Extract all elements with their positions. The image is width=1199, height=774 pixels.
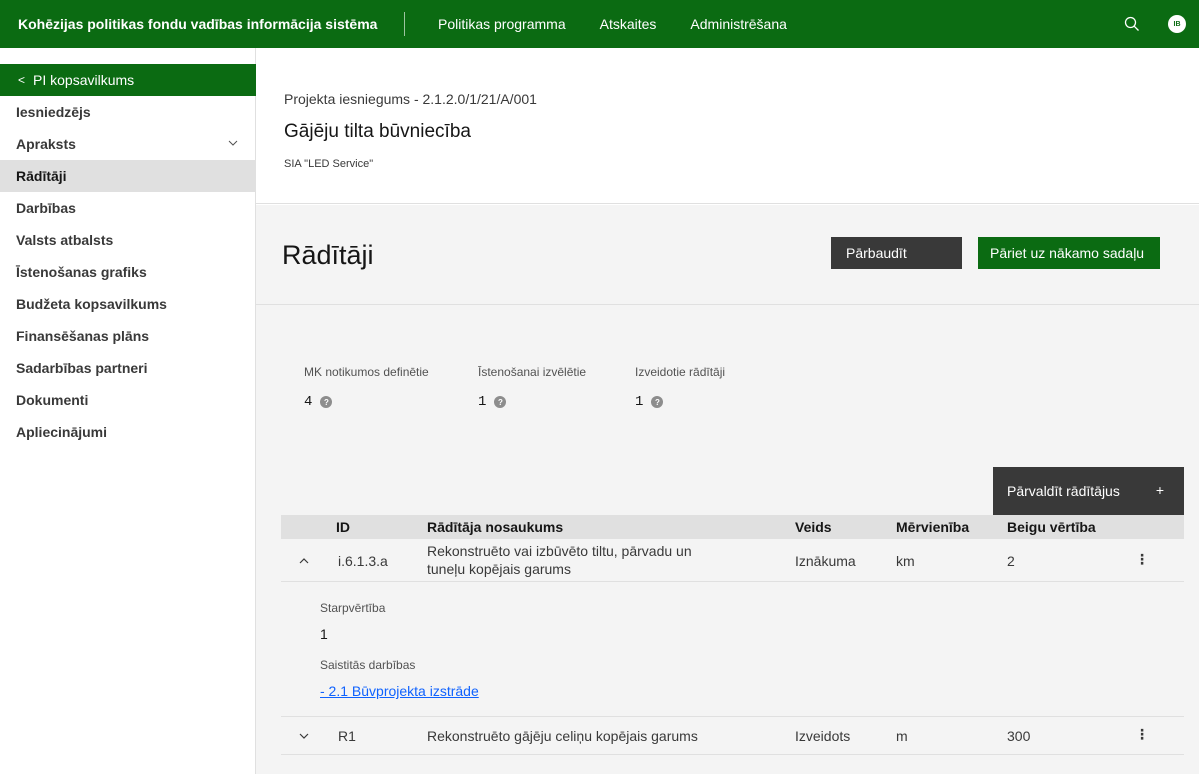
column-header-type[interactable]: Veids: [795, 519, 832, 535]
stat-created: Izveidotie rādītāji 1?: [635, 365, 725, 410]
manage-indicators-label: Pārvaldīt rādītājus: [1007, 483, 1120, 499]
nav-atskaites[interactable]: Atskaites: [600, 16, 657, 32]
sidebar-item-label: Darbības: [16, 200, 76, 216]
intermediate-value: 1: [320, 626, 328, 642]
stat-value: 4?: [304, 394, 429, 410]
sidebar-item-label: Apraksts: [16, 136, 76, 152]
app-title[interactable]: Kohēzijas politikas fondu vadības inform…: [0, 16, 404, 32]
help-icon[interactable]: ?: [320, 396, 333, 408]
sidebar-item-dokumenti[interactable]: Dokumenti: [0, 384, 256, 416]
cell-id: i.6.1.3.a: [338, 553, 388, 569]
row-details: Starpvērtība 1 Saistitās darbības - 2.1 …: [281, 582, 1184, 717]
sidebar-item-label: Dokumenti: [16, 392, 89, 408]
cell-name-line1: Rekonstruēto vai izbūvēto tiltu, pārvadu…: [427, 543, 692, 559]
cell-type: Iznākuma: [795, 553, 856, 569]
column-header-name[interactable]: Rādītāja nosaukums: [427, 519, 563, 535]
stat-selected: Īstenošanai izvēlētie 1?: [478, 365, 586, 410]
header-divider: [404, 12, 405, 36]
sidebar-item-label: Finansēšanas plāns: [16, 328, 150, 344]
overflow-menu-icon[interactable]: ⋮: [1135, 726, 1149, 743]
top-right-actions: IB: [1108, 0, 1199, 48]
project-subtitle: Projekta iesniegums - 2.1.2.0/1/21/A/001: [284, 91, 537, 107]
table-toolbar: Pārvaldīt rādītājus +: [281, 467, 1184, 515]
help-icon[interactable]: ?: [494, 396, 507, 408]
column-header-id[interactable]: ID: [336, 519, 350, 535]
top-nav: Politikas programma Atskaites Administrē…: [438, 16, 821, 32]
main-content: Projekta iesniegums - 2.1.2.0/1/21/A/001…: [256, 48, 1199, 774]
linked-activities-label: Saistitās darbības: [320, 658, 416, 672]
sidebar-item-label: Iesniedzējs: [16, 104, 91, 120]
cell-final: 300: [1007, 728, 1031, 744]
project-company: SIA "LED Service": [284, 158, 374, 170]
sidebar-item-iesniedzejs[interactable]: Iesniedzējs: [0, 96, 256, 128]
stat-number: 4: [304, 394, 313, 410]
linked-activity-link[interactable]: - 2.1 Būvprojekta izstrāde: [320, 683, 479, 699]
stat-value: 1?: [635, 394, 725, 410]
cell-name-line2: tuneļu kopējais garums: [427, 561, 571, 577]
sidebar-list: Iesniedzējs Apraksts Rādītāji Darbības V…: [0, 96, 256, 448]
stat-label: Izveidotie rādītāji: [635, 365, 726, 379]
search-icon[interactable]: [1108, 0, 1156, 48]
help-icon[interactable]: ?: [651, 396, 664, 408]
cell-id: R1: [338, 728, 356, 744]
sidebar-back-button[interactable]: < PI kopsavilkums: [0, 64, 256, 96]
overflow-menu-icon[interactable]: ⋮: [1135, 551, 1149, 568]
table-row[interactable]: R1 Rekonstruēto gājēju celiņu kopējais g…: [281, 717, 1184, 755]
sidebar-item-label: Valsts atbalsts: [16, 232, 114, 248]
manage-indicators-button[interactable]: Pārvaldīt rādītājus +: [993, 467, 1184, 515]
sidebar-item-budzeta-kopsavilkums[interactable]: Budžeta kopsavilkums: [0, 288, 256, 320]
sidebar-item-sadarbibas-partneri[interactable]: Sadarbības partneri: [0, 352, 256, 384]
column-header-final[interactable]: Beigu vērtība: [1007, 519, 1096, 535]
next-section-button[interactable]: Pāriet uz nākamo sadaļu: [978, 237, 1160, 269]
nav-administresana[interactable]: Administrēšana: [690, 16, 787, 32]
plus-icon: +: [1155, 482, 1164, 498]
indicators-section: Rādītāji Pārbaudīt Pāriet uz nākamo sada…: [256, 205, 1199, 774]
chevron-left-icon: <: [18, 73, 26, 87]
chevron-down-icon[interactable]: [299, 731, 309, 741]
cell-type: Izveidots: [795, 728, 851, 744]
sidebar-item-apraksts[interactable]: Apraksts: [0, 128, 256, 160]
sidebar-item-raditaji[interactable]: Rādītāji: [0, 160, 256, 192]
section-header: Rādītāji Pārbaudīt Pāriet uz nākamo sada…: [256, 205, 1199, 305]
sidebar-item-label: Apliecinājumi: [16, 424, 108, 440]
sidebar: < PI kopsavilkums Iesniedzējs Apraksts R…: [0, 48, 256, 774]
sidebar-back-label: PI kopsavilkums: [33, 72, 135, 88]
stat-value: 1?: [478, 394, 586, 410]
cell-unit: m: [896, 728, 908, 744]
column-header-unit[interactable]: Mērvienība: [896, 519, 969, 535]
indicator-stats: MK notikumos definētie 4? Īstenošanai iz…: [284, 365, 1184, 445]
user-avatar[interactable]: IB: [1168, 15, 1186, 33]
sidebar-item-label: Budžeta kopsavilkums: [16, 296, 167, 312]
sidebar-item-label: Sadarbības partneri: [16, 360, 148, 376]
sidebar-item-istenosanas-grafiks[interactable]: Īstenošanas grafiks: [0, 256, 256, 288]
sidebar-item-finansesanas-plans[interactable]: Finansēšanas plāns: [0, 320, 256, 352]
chevron-up-icon[interactable]: [299, 556, 309, 566]
intermediate-label: Starpvērtība: [320, 601, 386, 615]
sidebar-item-valsts-atbalsts[interactable]: Valsts atbalsts: [0, 224, 256, 256]
chevron-down-icon: [228, 140, 238, 146]
stat-defined: MK notikumos definētie 4?: [304, 365, 429, 410]
stat-number: 1: [478, 394, 487, 410]
sidebar-item-label: Īstenošanas grafiks: [16, 264, 147, 280]
stat-number: 1: [635, 394, 644, 410]
sidebar-item-label: Rādītāji: [16, 168, 67, 184]
page-title: Rādītāji: [282, 240, 374, 270]
top-bar: Kohēzijas politikas fondu vadības inform…: [0, 0, 1199, 48]
nav-politikas-programma[interactable]: Politikas programma: [438, 16, 566, 32]
table-header: ID Rādītāja nosaukums Veids Mērvienība B…: [281, 515, 1184, 539]
sidebar-item-darbibas[interactable]: Darbības: [0, 192, 256, 224]
project-header: Projekta iesniegums - 2.1.2.0/1/21/A/001…: [256, 48, 1199, 204]
indicators-table: Pārvaldīt rādītājus + ID Rādītāja nosauk…: [281, 467, 1184, 774]
sidebar-item-apliecinajumi[interactable]: Apliecinājumi: [0, 416, 256, 448]
cell-name: Rekonstruēto gājēju celiņu kopējais garu…: [427, 728, 698, 744]
check-button[interactable]: Pārbaudīt: [831, 237, 962, 269]
cell-unit: km: [896, 553, 915, 569]
project-title: Gājēju tilta būvniecība: [284, 121, 471, 142]
cell-final: 2: [1007, 553, 1015, 569]
stat-label: Īstenošanai izvēlētie: [478, 365, 587, 379]
table-row[interactable]: i.6.1.3.a Rekonstruēto vai izbūvēto tilt…: [281, 539, 1184, 582]
stat-label: MK notikumos definētie: [304, 365, 429, 379]
